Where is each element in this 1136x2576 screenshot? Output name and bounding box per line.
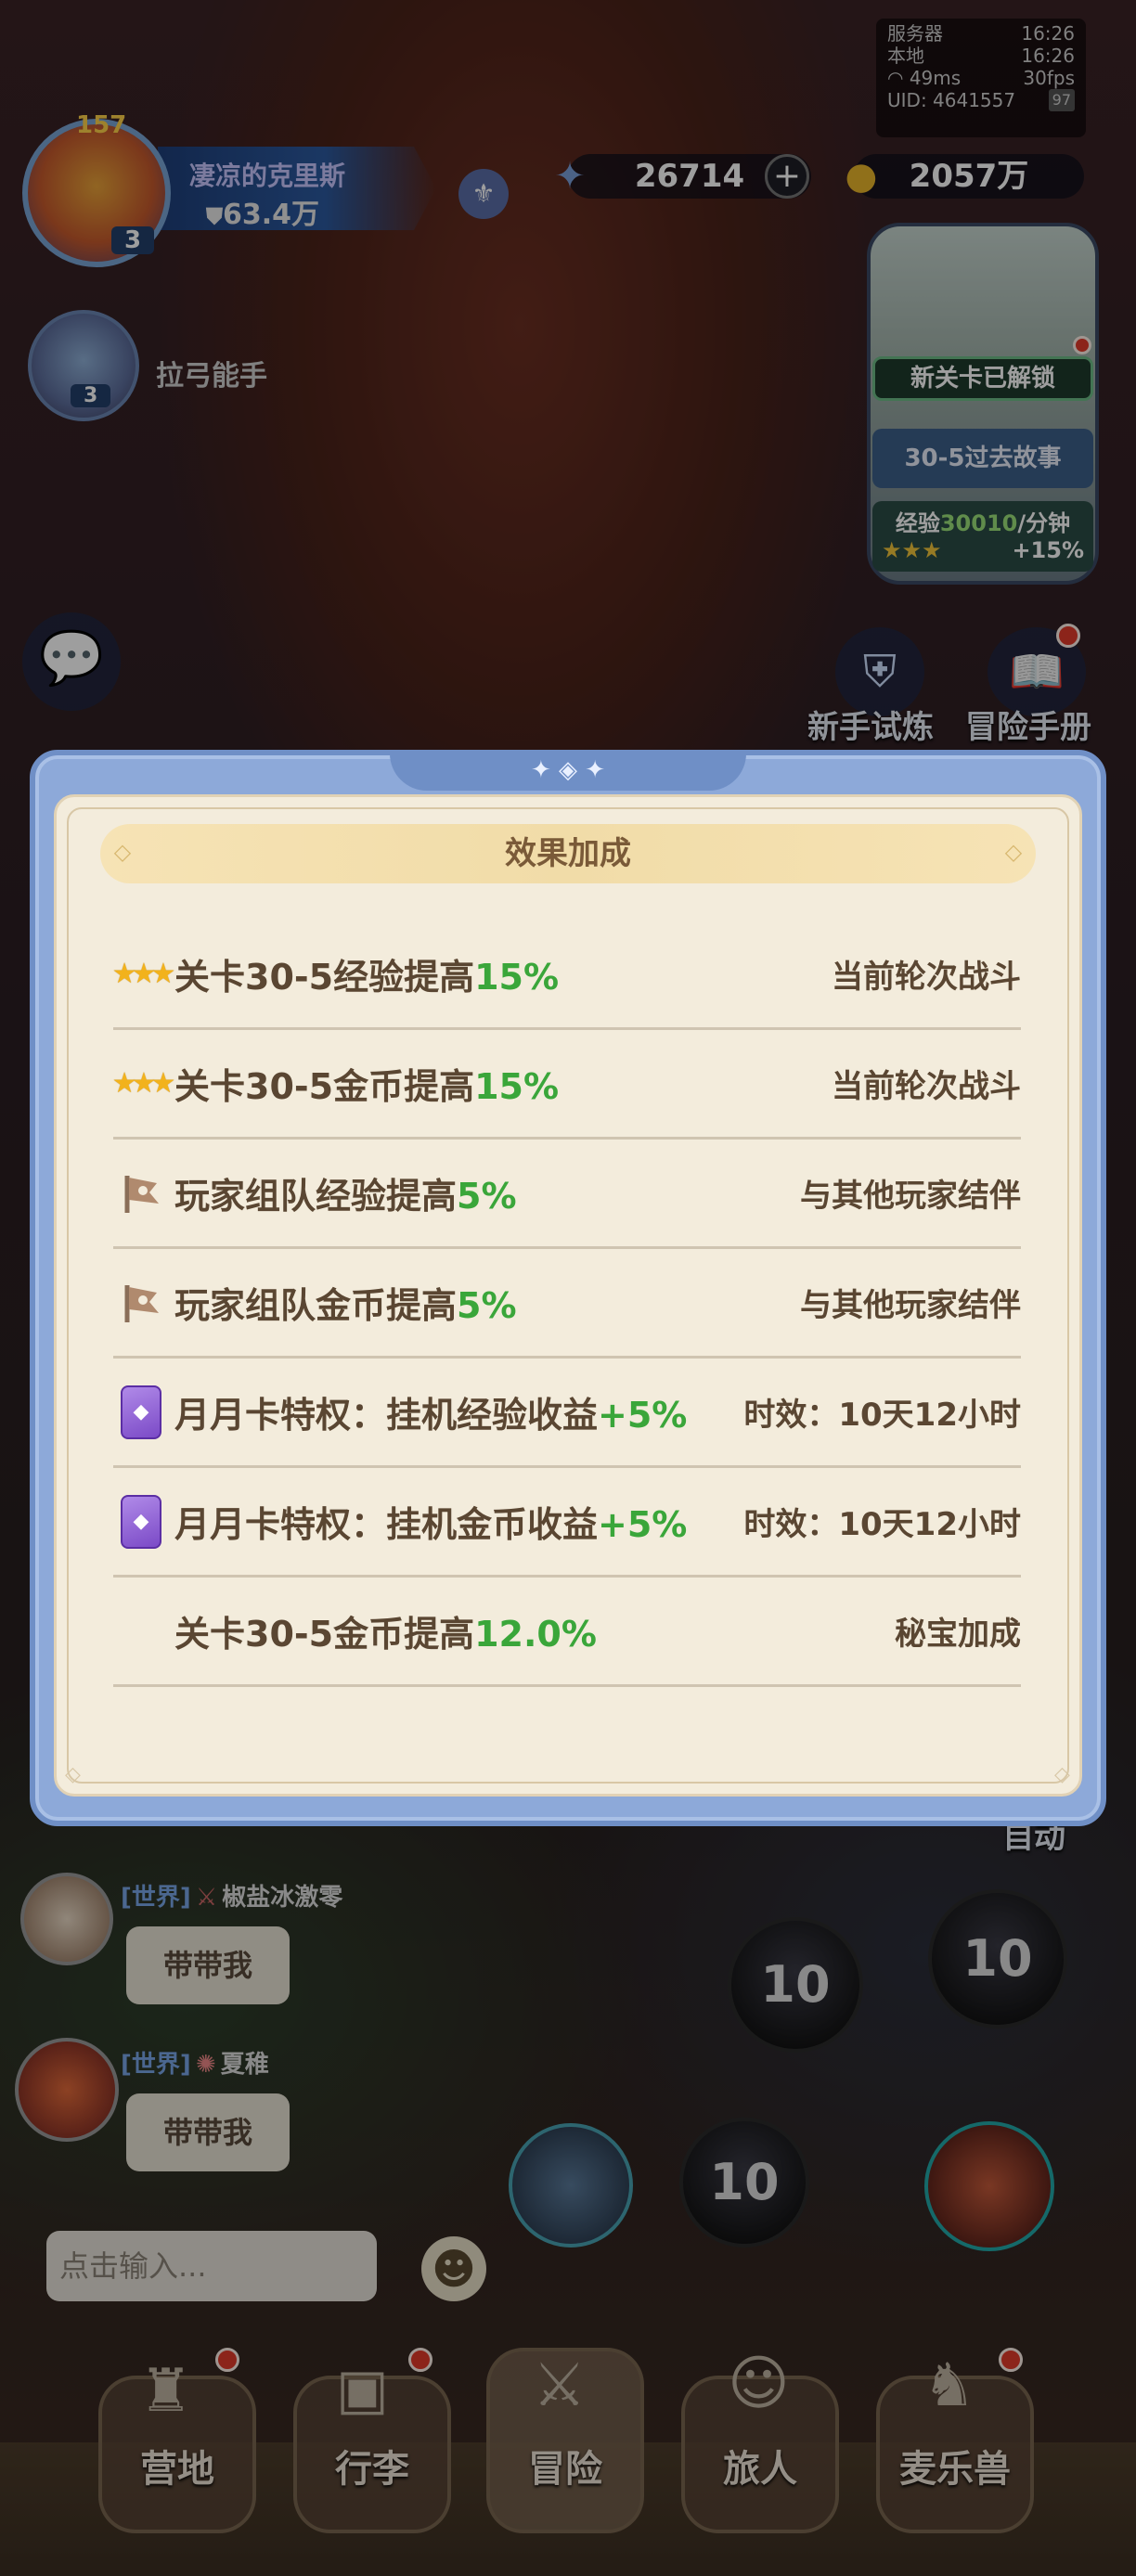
bonus-source: 当前轮次战斗	[832, 1068, 1021, 1105]
bonus-description: 玩家组队经验提高5%	[174, 1176, 517, 1217]
stars-icon: ★★★	[111, 958, 176, 990]
bonus-row: 玩家组队经验提高5% 与其他玩家结伴	[113, 1140, 1021, 1249]
bonus-description: 关卡30-5金币提高15%	[174, 1066, 560, 1107]
dialog-title: 效果加成	[505, 835, 631, 872]
bonus-source: 与其他玩家结伴	[800, 1178, 1021, 1215]
bonus-source: 与其他玩家结伴	[800, 1287, 1021, 1324]
row-icon-empty	[113, 1604, 169, 1659]
corner-ornament-icon: ◇	[1054, 1763, 1070, 1786]
bonus-description: 月月卡特权：挂机经验收益+5%	[174, 1395, 688, 1436]
diamond-ornament-icon: ✦ ◈ ✦	[530, 756, 606, 784]
bonus-value: +5%	[598, 1504, 688, 1545]
monthly-card-icon: ◆	[113, 1385, 169, 1440]
bonus-source: 时效：10天12小时	[743, 1397, 1021, 1434]
bonus-value: 15%	[474, 1066, 560, 1107]
bonus-value: 12.0%	[474, 1614, 597, 1655]
bonus-value: 5%	[457, 1285, 517, 1326]
bonus-row: 玩家组队金币提高5% 与其他玩家结伴	[113, 1249, 1021, 1359]
bonus-value: +5%	[598, 1395, 688, 1436]
bonus-row: 关卡30-5金币提高12.0% 秘宝加成	[113, 1578, 1021, 1687]
title-right-ornament-icon: ◇	[1004, 839, 1023, 865]
bonus-description: 关卡30-5金币提高12.0%	[174, 1614, 597, 1655]
title-left-ornament-icon: ◇	[113, 839, 132, 865]
flag-icon	[113, 1166, 169, 1221]
bonus-source: 秘宝加成	[895, 1616, 1021, 1653]
bonus-source: 时效：10天12小时	[743, 1506, 1021, 1543]
bonus-description: 玩家组队金币提高5%	[174, 1285, 517, 1326]
corner-ornament-icon: ◇	[65, 1763, 81, 1786]
bonus-row: ◆ 月月卡特权：挂机金币收益+5% 时效：10天12小时	[113, 1468, 1021, 1578]
bonus-row: ★★★ 关卡30-5经验提高15% 当前轮次战斗	[111, 921, 1021, 1030]
stars-icon: ★★★	[111, 1067, 176, 1100]
flag-icon	[113, 1275, 169, 1331]
bonus-row: ★★★ 关卡30-5金币提高15% 当前轮次战斗	[111, 1030, 1021, 1140]
bonus-row: ◆ 月月卡特权：挂机经验收益+5% 时效：10天12小时	[113, 1359, 1021, 1468]
bonus-value: 5%	[457, 1176, 517, 1217]
monthly-card-icon: ◆	[113, 1494, 169, 1550]
bonus-source: 当前轮次战斗	[832, 959, 1021, 996]
bonus-description: 月月卡特权：挂机金币收益+5%	[174, 1504, 688, 1545]
bonus-value: 15%	[474, 957, 560, 998]
bonus-description: 关卡30-5经验提高15%	[174, 957, 560, 998]
